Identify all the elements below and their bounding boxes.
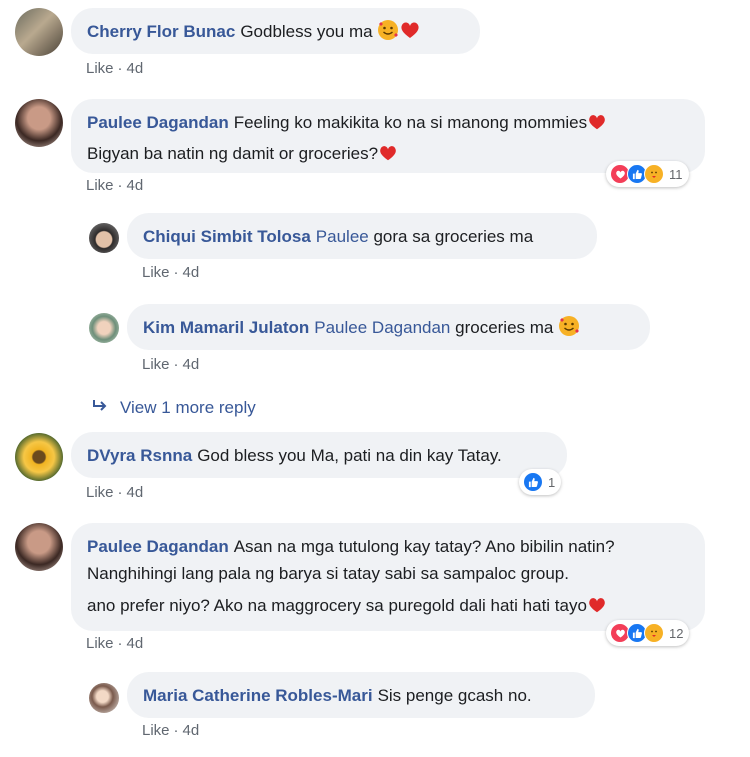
mention-link[interactable]: Paulee (316, 227, 369, 246)
avatar[interactable] (89, 683, 119, 713)
like-link[interactable]: Like (86, 635, 114, 652)
like-link[interactable]: Like (142, 722, 170, 739)
commenter-name[interactable]: Paulee Dagandan (87, 537, 229, 556)
care-reaction-icon (644, 164, 664, 184)
avatar[interactable] (15, 8, 63, 56)
timestamp[interactable]: 4d (127, 635, 144, 652)
comment-actions: Like · 4d (86, 177, 144, 194)
comment-bubble: DVyra Rsnna God bless you Ma, pati na din… (71, 432, 567, 478)
commenter-name[interactable]: Paulee Dagandan (87, 113, 229, 132)
comment-actions: Like · 4d (142, 722, 200, 739)
avatar[interactable] (15, 523, 63, 571)
comment-text: ano prefer niyo? Ako na maggrocery sa pu… (87, 596, 587, 615)
comment-bubble: Cherry Flor Bunac Godbless you ma (71, 8, 480, 54)
reaction-count: 11 (669, 166, 683, 182)
timestamp[interactable]: 4d (183, 264, 200, 281)
avatar[interactable] (15, 99, 63, 147)
care-reaction-icon (644, 623, 664, 643)
like-reaction-icon (523, 472, 543, 492)
like-link[interactable]: Like (86, 60, 114, 77)
red-heart-icon (399, 19, 421, 49)
reaction-summary[interactable]: 11 (606, 161, 689, 187)
comment-text: Feeling ko makikita ko na si manong momm… (233, 113, 588, 132)
commenter-name[interactable]: Kim Mamaril Julaton (143, 318, 309, 337)
smiling-hearts-emoji-icon (558, 315, 580, 345)
reply-bubble: Maria Catherine Robles-Mari Sis penge gca… (127, 672, 595, 718)
comment-text: Bigyan ba natin ng damit or groceries? (87, 144, 379, 163)
mention-link[interactable]: Paulee Dagandan (314, 318, 450, 337)
comment-actions: Like · 4d (86, 635, 144, 652)
reply-bubble: Chiqui Simbit Tolosa Paulee gora sa groce… (127, 213, 597, 259)
like-link[interactable]: Like (142, 264, 170, 281)
avatar[interactable] (89, 313, 119, 343)
like-link[interactable]: Like (86, 484, 114, 501)
timestamp[interactable]: 4d (127, 177, 144, 194)
comment-bubble: Paulee Dagandan Feeling ko makikita ko na… (71, 99, 705, 173)
view-more-label[interactable]: View 1 more reply (120, 398, 256, 417)
comment-bubble: Paulee Dagandan Asan na mga tutulong kay … (71, 523, 705, 631)
commenter-name[interactable]: Cherry Flor Bunac (87, 22, 235, 41)
comment-text: God bless you Ma, pati na din kay Tatay. (197, 446, 502, 465)
reply-bubble: Kim Mamaril Julaton Paulee Dagandan groce… (127, 304, 650, 350)
comment-actions: Like · 4d (86, 60, 144, 77)
commenter-name[interactable]: Maria Catherine Robles-Mari (143, 686, 373, 705)
avatar[interactable] (15, 433, 63, 481)
reaction-summary[interactable]: 1 (519, 469, 562, 495)
reaction-count: 12 (669, 625, 684, 641)
like-link[interactable]: Like (142, 356, 170, 373)
view-more-replies-link[interactable]: View 1 more reply (92, 398, 256, 418)
comment-actions: Like · 4d (142, 264, 200, 281)
comment-text: groceries ma (455, 318, 554, 337)
commenter-name[interactable]: Chiqui Simbit Tolosa (143, 227, 311, 246)
timestamp[interactable]: 4d (183, 356, 200, 373)
comment-text: Asan na mga tutulong kay tatay? Ano bibi… (233, 537, 615, 556)
timestamp[interactable]: 4d (183, 722, 200, 739)
comment-text: Godbless you ma (240, 22, 373, 41)
avatar[interactable] (89, 223, 119, 253)
red-heart-icon (587, 595, 607, 623)
comment-actions: Like · 4d (86, 484, 144, 501)
timestamp[interactable]: 4d (127, 60, 144, 77)
comment-actions: Like · 4d (142, 356, 200, 373)
timestamp[interactable]: 4d (127, 484, 144, 501)
reply-arrow-icon (92, 398, 120, 418)
reaction-summary[interactable]: 12 (606, 620, 690, 646)
comment-text: gora sa groceries ma (373, 227, 534, 246)
like-link[interactable]: Like (86, 177, 114, 194)
red-heart-icon (378, 143, 398, 171)
smiling-hearts-emoji-icon (377, 19, 399, 49)
comment-text: Nanghihingi lang pala ng barya si tatay … (87, 564, 569, 583)
reaction-count: 1 (548, 474, 556, 490)
red-heart-icon (587, 112, 607, 140)
commenter-name[interactable]: DVyra Rsnna (87, 446, 192, 465)
comment-text: Sis penge gcash no. (377, 686, 532, 705)
